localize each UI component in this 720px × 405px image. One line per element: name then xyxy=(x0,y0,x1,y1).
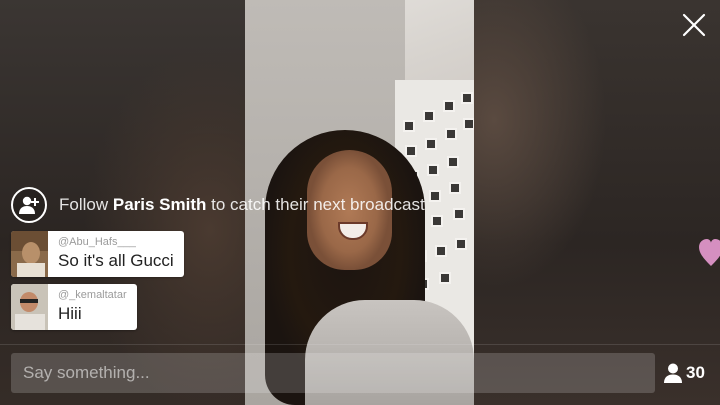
broadcaster-name[interactable]: Paris Smith xyxy=(113,195,207,214)
avatar[interactable] xyxy=(11,231,48,277)
close-button[interactable] xyxy=(680,11,708,39)
close-icon xyxy=(682,13,706,37)
avatar[interactable] xyxy=(11,284,48,330)
follow-banner: Follow Paris Smith to catch their next b… xyxy=(11,186,425,224)
comment-handle[interactable]: @_kemaltatar xyxy=(58,289,127,302)
person-icon xyxy=(664,363,682,383)
follow-message: Follow Paris Smith to catch their next b… xyxy=(59,195,425,215)
comment-bubble: @Abu_Hafs___ So it's all Gucci xyxy=(11,231,184,277)
divider xyxy=(0,344,720,345)
comment-handle[interactable]: @Abu_Hafs___ xyxy=(58,236,174,249)
add-user-icon xyxy=(19,196,39,214)
heart-icon[interactable] xyxy=(699,238,720,268)
follow-button[interactable] xyxy=(11,187,47,223)
comment-message: So it's all Gucci xyxy=(58,251,174,270)
comment-input[interactable] xyxy=(11,353,655,393)
follow-prefix: Follow xyxy=(59,195,109,214)
viewer-count-value: 30 xyxy=(686,363,705,382)
follow-suffix: to catch their next broadcast xyxy=(211,195,425,214)
viewer-count[interactable]: 30 xyxy=(664,360,705,386)
comment-bubble: @_kemaltatar Hiii xyxy=(11,284,137,330)
comment-message: Hiii xyxy=(58,304,82,323)
